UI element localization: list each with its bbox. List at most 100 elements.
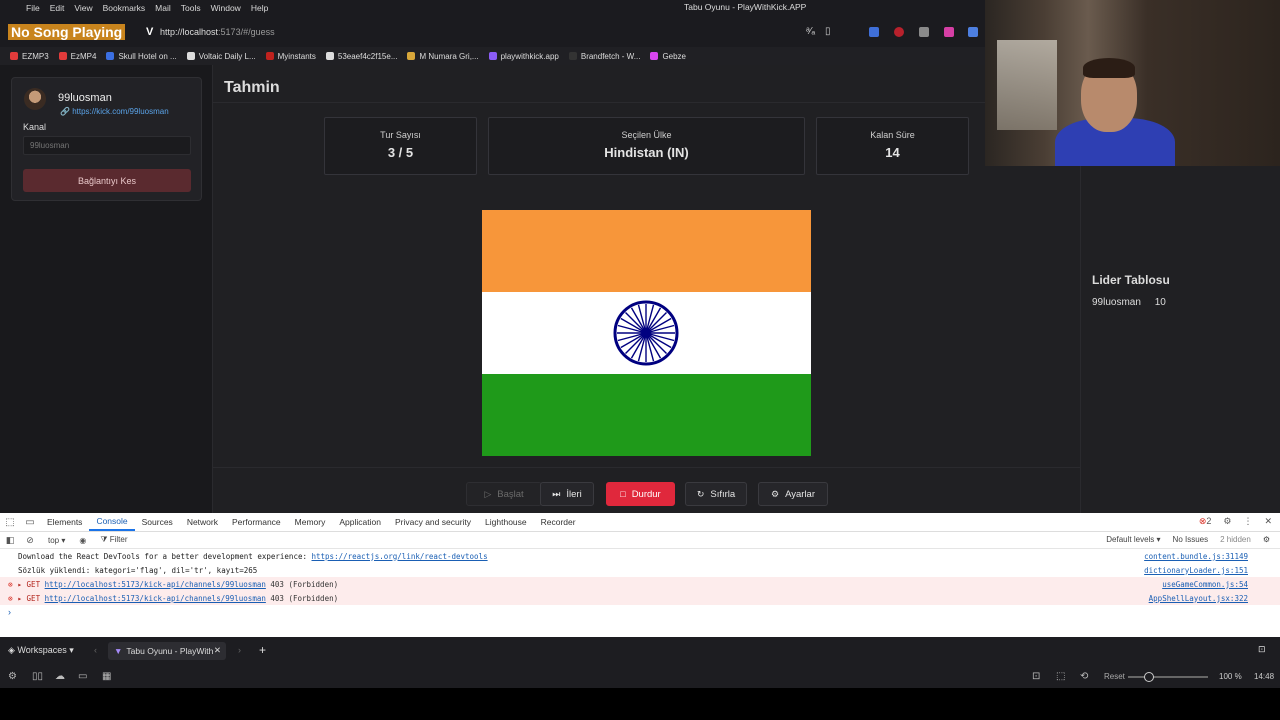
menu-edit[interactable]: Edit — [50, 3, 75, 13]
bookmark-item[interactable]: Voltaic Daily L... — [186, 52, 256, 61]
tab-memory[interactable]: Memory — [288, 517, 333, 527]
scroll-tabs-right-icon[interactable]: › — [238, 645, 241, 655]
menu-mail[interactable]: Mail — [155, 3, 181, 13]
inspect-icon[interactable]: ⬚ — [0, 517, 20, 528]
stop-button[interactable]: □ Durdur — [606, 482, 675, 506]
capture-icon[interactable]: ⊡ — [1032, 671, 1040, 682]
tile-icon[interactable]: ▯▯ — [32, 671, 43, 682]
menu-file[interactable]: File — [0, 3, 50, 13]
tab-recorder[interactable]: Recorder — [534, 517, 583, 527]
tab-console[interactable]: Console — [89, 514, 135, 531]
tab-network[interactable]: Network — [180, 517, 225, 527]
issues-count[interactable]: No Issues — [1173, 535, 1209, 544]
extension-shield-icon[interactable] — [919, 27, 929, 37]
context-select[interactable]: top ▾ — [48, 536, 65, 545]
levels-select[interactable]: Default levels ▾ — [1106, 535, 1160, 544]
bookmark-item[interactable]: M Numara Gri,... — [407, 52, 479, 61]
workspaces-button[interactable]: ◈ Workspaces ▾ — [8, 645, 74, 656]
address-bar: No Song Playing V http://localhost:5173/… — [0, 15, 985, 47]
settings-button[interactable]: ⚙ Ayarlar — [758, 482, 828, 506]
console-log-row[interactable]: Sözlük yüklendi: kategori='flag', dil='t… — [0, 563, 1280, 577]
channel-input[interactable] — [23, 136, 191, 155]
console-settings-icon[interactable]: ⚙ — [1263, 535, 1270, 544]
error-badge[interactable]: ⊗2 — [1199, 516, 1212, 527]
console-prompt[interactable]: › — [0, 607, 1280, 617]
tab-elements[interactable]: Elements — [40, 517, 89, 527]
log-link[interactable]: https://reactjs.org/link/react-devtools — [312, 552, 488, 561]
bookmark-item[interactable]: playwithkick.app — [488, 52, 559, 61]
console-error-row[interactable]: ⊗ ▸ GET http://localhost:5173/kick-api/ch… — [0, 577, 1280, 591]
disconnect-button[interactable]: Bağlantıyı Kes — [23, 169, 191, 192]
menu-tools[interactable]: Tools — [181, 3, 211, 13]
menu-window[interactable]: Window — [211, 3, 251, 13]
tab-tabu-oyunu[interactable]: ▼ Tabu Oyunu - PlayWith ✕ — [108, 642, 226, 660]
zoom-slider-handle[interactable] — [1144, 672, 1154, 682]
bookmark-item[interactable]: Brandfetch - W... — [568, 52, 640, 61]
bookmark-favicon-icon — [325, 52, 334, 60]
console-error-row[interactable]: ⊗ ▸ GET http://localhost:5173/kick-api/ch… — [0, 591, 1280, 605]
tab-sources[interactable]: Sources — [135, 517, 180, 527]
username: 99luosman — [58, 92, 112, 104]
calendar-icon[interactable]: ▦ — [102, 671, 111, 682]
bookmark-label: 53eaef4c2f15e... — [337, 51, 398, 61]
extension-windows-icon[interactable] — [968, 27, 978, 37]
console-log-row[interactable]: Download the React DevTools for a better… — [0, 549, 1280, 563]
menu-view[interactable]: View — [74, 3, 102, 13]
extension-record-icon[interactable] — [894, 27, 904, 37]
tab-privacy[interactable]: Privacy and security — [388, 517, 478, 527]
bookmark-item[interactable]: EZMP3 — [10, 52, 49, 61]
next-button-label: İleri — [566, 488, 582, 500]
menu-help[interactable]: Help — [251, 3, 278, 13]
eye-icon[interactable]: ◉ — [79, 536, 86, 545]
scroll-tabs-left-icon[interactable]: ‹ — [94, 645, 97, 655]
device-toolbar-icon[interactable]: ▭ — [20, 517, 40, 528]
tab-title: Tabu Oyunu - PlayWith — [126, 646, 214, 656]
translate-icon[interactable]: ᵃ⁄ₐ — [806, 26, 815, 37]
window-tile-icon[interactable]: ⬚ — [1056, 671, 1065, 682]
tab-performance[interactable]: Performance — [225, 517, 288, 527]
devtools-settings-icon[interactable]: ⚙ — [1223, 516, 1231, 527]
zoom-reset-button[interactable]: Reset — [1104, 672, 1125, 681]
filter-input[interactable]: ⧩ Filter — [100, 535, 127, 545]
zoom-slider[interactable] — [1128, 676, 1208, 678]
log-link[interactable]: http://localhost:5173/kick-api/channels/… — [45, 580, 266, 589]
tab-application[interactable]: Application — [332, 517, 388, 527]
cloud-sync-icon[interactable]: ☁ — [55, 671, 65, 682]
clear-console-icon[interactable]: ⊘ — [20, 535, 40, 546]
new-tab-icon[interactable]: + — [259, 643, 266, 657]
console-toolbar: ◧ ⊘ top ▾ ◉ ⧩ Filter Default levels ▾ No… — [0, 532, 1280, 549]
bookmark-icon[interactable]: ▯ — [825, 26, 831, 37]
profile-link[interactable]: 🔗 https://kick.com/99luosman — [60, 107, 169, 116]
bookmark-item[interactable]: Myinstants — [265, 52, 316, 61]
menu-bookmarks[interactable]: Bookmarks — [103, 3, 156, 13]
trash-icon[interactable]: ⊡ — [1258, 644, 1266, 655]
reset-button[interactable]: ↻ Sıfırla — [685, 482, 747, 506]
log-source-link[interactable]: dictionaryLoader.js:151 — [1144, 566, 1248, 575]
log-source-link[interactable]: useGameCommon.js:54 — [1162, 580, 1248, 589]
bookmark-item[interactable]: 53eaef4c2f15e... — [325, 51, 398, 61]
mail-icon[interactable]: ▭ — [78, 671, 87, 682]
log-link[interactable]: http://localhost:5173/kick-api/channels/… — [45, 594, 266, 603]
workspaces-label: Workspaces — [17, 645, 67, 655]
tab-lighthouse[interactable]: Lighthouse — [478, 517, 534, 527]
bookmark-item[interactable]: Gebze — [650, 52, 686, 61]
next-button[interactable]: ⏭ İleri — [540, 482, 594, 506]
log-source-link[interactable]: AppShellLayout.jsx:322 — [1149, 594, 1248, 603]
vivaldi-menu-icon[interactable]: V — [146, 26, 153, 38]
devtools-close-icon[interactable]: ✕ — [1264, 516, 1272, 527]
extension-translate-icon[interactable] — [869, 27, 879, 37]
bookmark-item[interactable]: EzMP4 — [58, 52, 96, 61]
log-text: ▸ GET — [17, 579, 45, 589]
bookmark-item[interactable]: Skull Hotel on ... — [106, 52, 177, 61]
url-field[interactable]: http://localhost:5173/#/guess — [160, 27, 275, 37]
extension-gear-icon[interactable] — [944, 27, 954, 37]
log-source-link[interactable]: content.bundle.js:31149 — [1144, 552, 1248, 561]
sidebar-toggle-icon[interactable]: ◧ — [0, 535, 20, 546]
panel-toggle-icon[interactable]: ⚙ — [8, 671, 17, 682]
window-title: Tabu Oyunu - PlayWithKick.APP — [684, 2, 807, 12]
log-status: 403 (Forbidden) — [265, 593, 339, 603]
page-actions-icon[interactable]: ⟲ — [1080, 671, 1088, 682]
devtools-more-icon[interactable]: ⋮ — [1243, 516, 1252, 527]
tab-close-icon[interactable]: ✕ — [214, 645, 221, 656]
start-button[interactable]: ▷ Başlat — [466, 482, 542, 506]
